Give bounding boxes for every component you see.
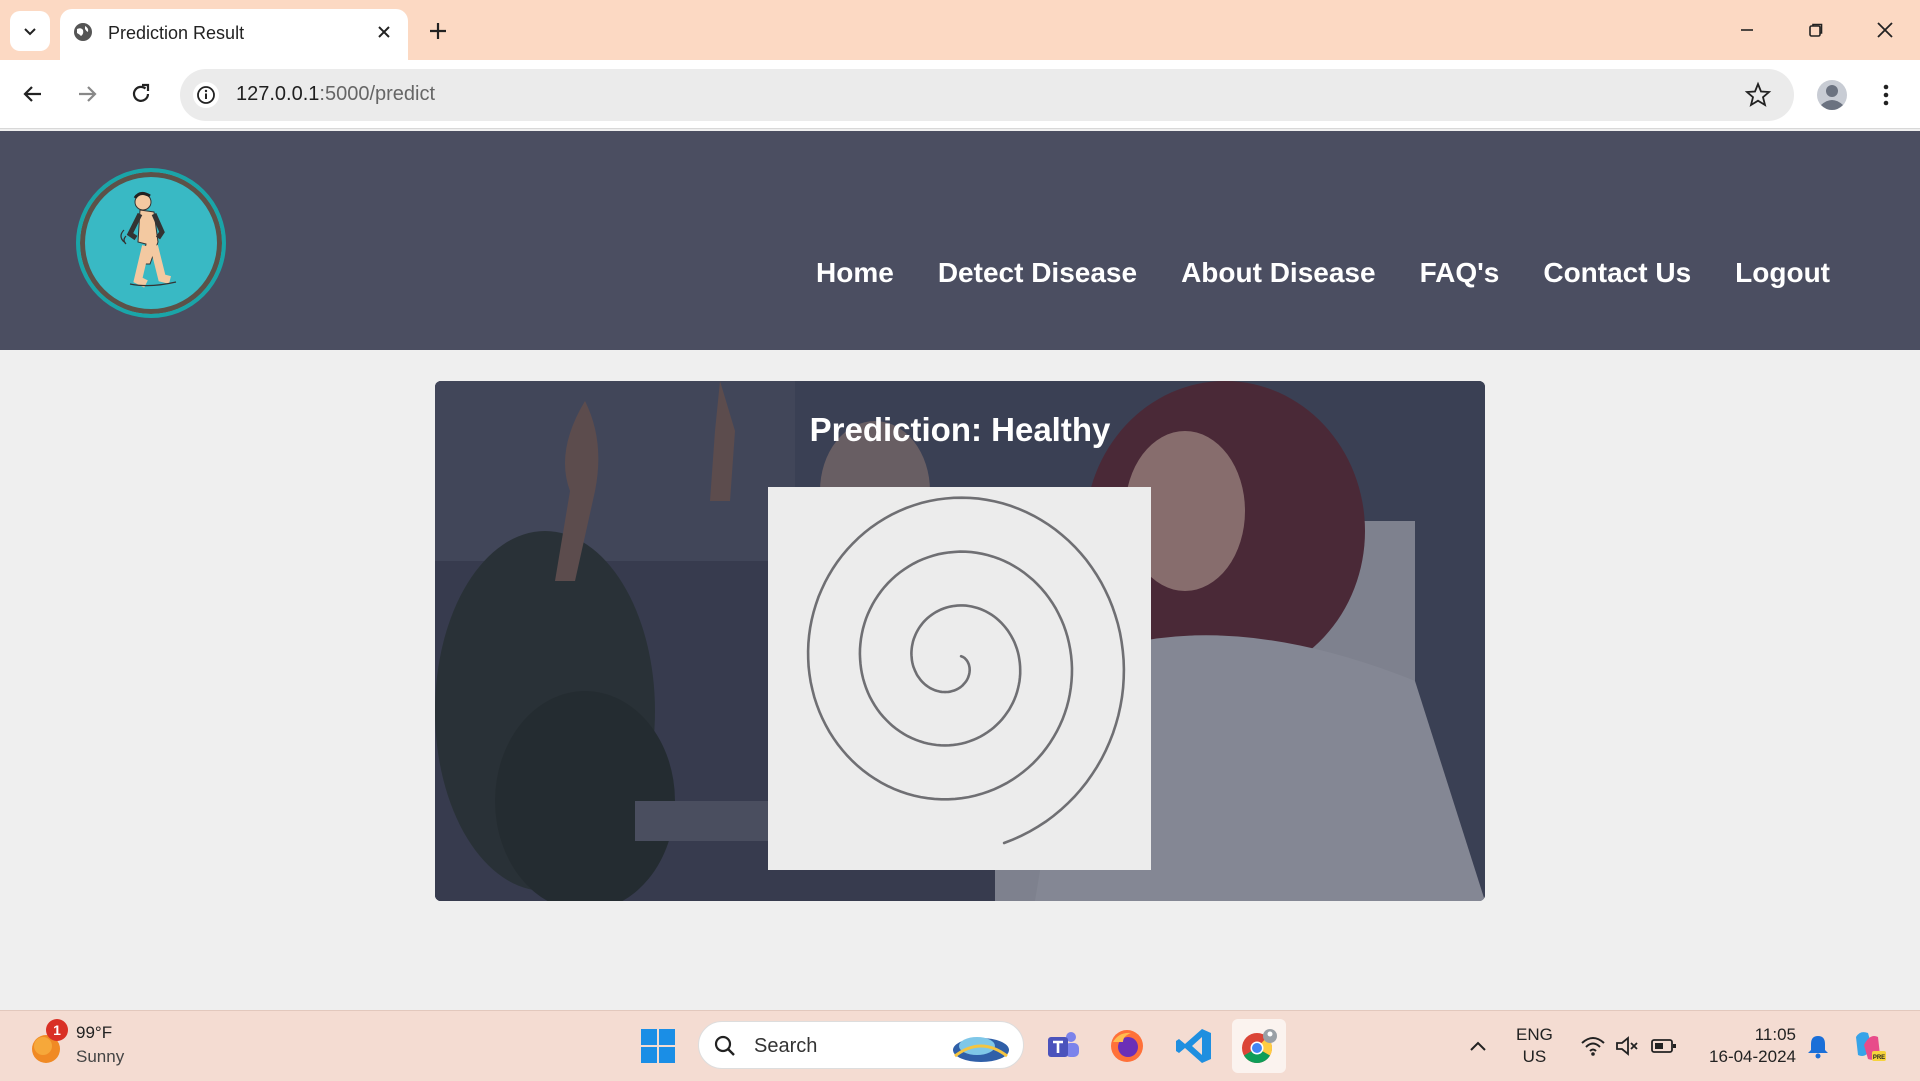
spiral-drawing-image — [768, 487, 1151, 870]
clock-date: 16-04-2024 — [1709, 1047, 1796, 1066]
restore-button[interactable] — [1793, 14, 1839, 46]
vscode-icon — [1176, 1029, 1211, 1063]
url-text[interactable]: 127.0.0.1:5000/predict — [236, 83, 435, 106]
prediction-card: Prediction: Healthy — [435, 381, 1485, 901]
site-header: Home Detect Disease About Disease FAQ's … — [0, 131, 1920, 350]
teams-icon — [1048, 1032, 1079, 1057]
nav-faqs[interactable]: FAQ's — [1420, 257, 1500, 297]
close-icon[interactable] — [374, 22, 394, 42]
close-icon — [1877, 22, 1893, 38]
site-logo[interactable] — [76, 168, 226, 318]
taskbar-teams[interactable] — [1042, 1025, 1084, 1067]
battery-icon[interactable] — [1650, 1035, 1678, 1057]
language-indicator[interactable]: ENG US — [1516, 1024, 1553, 1068]
copilot-icon[interactable]: PRE — [1850, 1027, 1888, 1065]
search-placeholder: Search — [754, 1035, 818, 1057]
wifi-icon[interactable] — [1580, 1033, 1606, 1059]
nav-detect-disease[interactable]: Detect Disease — [938, 257, 1137, 297]
tab-title: Prediction Result — [108, 23, 245, 43]
nav-home[interactable]: Home — [816, 257, 894, 297]
nav-about-disease[interactable]: About Disease — [1181, 257, 1376, 297]
svg-text:PRE: PRE — [1873, 1055, 1885, 1061]
weather-notification-badge: 1 — [46, 1019, 68, 1041]
speaker-muted-icon[interactable] — [1614, 1033, 1640, 1059]
reload-button[interactable] — [125, 78, 157, 110]
restore-icon — [1809, 23, 1823, 37]
notification-bell-icon[interactable] — [1806, 1033, 1830, 1059]
system-clock[interactable]: 11:05 16-04-2024 — [1694, 1024, 1796, 1068]
address-bar[interactable]: 127.0.0.1:5000/predict — [180, 69, 1794, 121]
star-icon[interactable] — [1744, 81, 1772, 109]
weather-condition[interactable]: Sunny — [76, 1047, 124, 1067]
browser-menu-button[interactable] — [1872, 79, 1900, 111]
clock-time: 11:05 — [1754, 1025, 1796, 1044]
arrow-left-icon — [23, 86, 41, 102]
taskbar: 1 99°F Sunny Search ENG US 11:05 16-04-2… — [0, 1010, 1920, 1081]
taskbar-chrome[interactable] — [1232, 1019, 1286, 1073]
forward-button[interactable] — [71, 78, 103, 110]
globe-icon — [74, 23, 92, 41]
weather-temperature[interactable]: 99°F — [76, 1023, 112, 1043]
taskbar-vscode[interactable] — [1173, 1025, 1215, 1067]
prediction-title: Prediction: Healthy — [809, 411, 1111, 448]
firefox-icon — [1111, 1030, 1143, 1062]
reload-icon — [132, 83, 150, 102]
tab-search-button[interactable] — [10, 11, 50, 51]
taskbar-firefox[interactable] — [1106, 1025, 1148, 1067]
windows-start-icon[interactable] — [640, 1028, 676, 1064]
more-vertical-icon — [1883, 84, 1889, 106]
nav-contact-us[interactable]: Contact Us — [1543, 257, 1691, 297]
site-nav: Home Detect Disease About Disease FAQ's … — [816, 257, 1830, 297]
minimize-icon — [1741, 29, 1753, 31]
browser-toolbar: 127.0.0.1:5000/predict — [0, 60, 1920, 129]
taskbar-search[interactable]: Search — [698, 1021, 1024, 1069]
chevron-down-icon — [24, 28, 36, 36]
search-icon — [714, 1035, 735, 1056]
minimize-button[interactable] — [1724, 14, 1770, 46]
language-code: ENG — [1516, 1025, 1553, 1044]
chrome-icon — [1242, 1029, 1277, 1064]
region-code: US — [1522, 1047, 1547, 1066]
nav-logout[interactable]: Logout — [1735, 257, 1830, 297]
back-button[interactable] — [17, 78, 49, 110]
arrow-right-icon — [79, 86, 97, 102]
person-tremor-logo-icon — [120, 191, 177, 288]
info-icon[interactable] — [192, 81, 220, 109]
chevron-up-icon[interactable] — [1466, 1035, 1490, 1059]
profile-avatar-icon[interactable] — [1816, 79, 1848, 111]
browser-tabstrip: Prediction Result — [0, 0, 1920, 60]
new-tab-icon[interactable] — [425, 18, 451, 44]
close-window-button[interactable] — [1862, 14, 1908, 46]
search-highlight-icon — [953, 1037, 1009, 1062]
browser-tab[interactable]: Prediction Result — [60, 9, 408, 60]
